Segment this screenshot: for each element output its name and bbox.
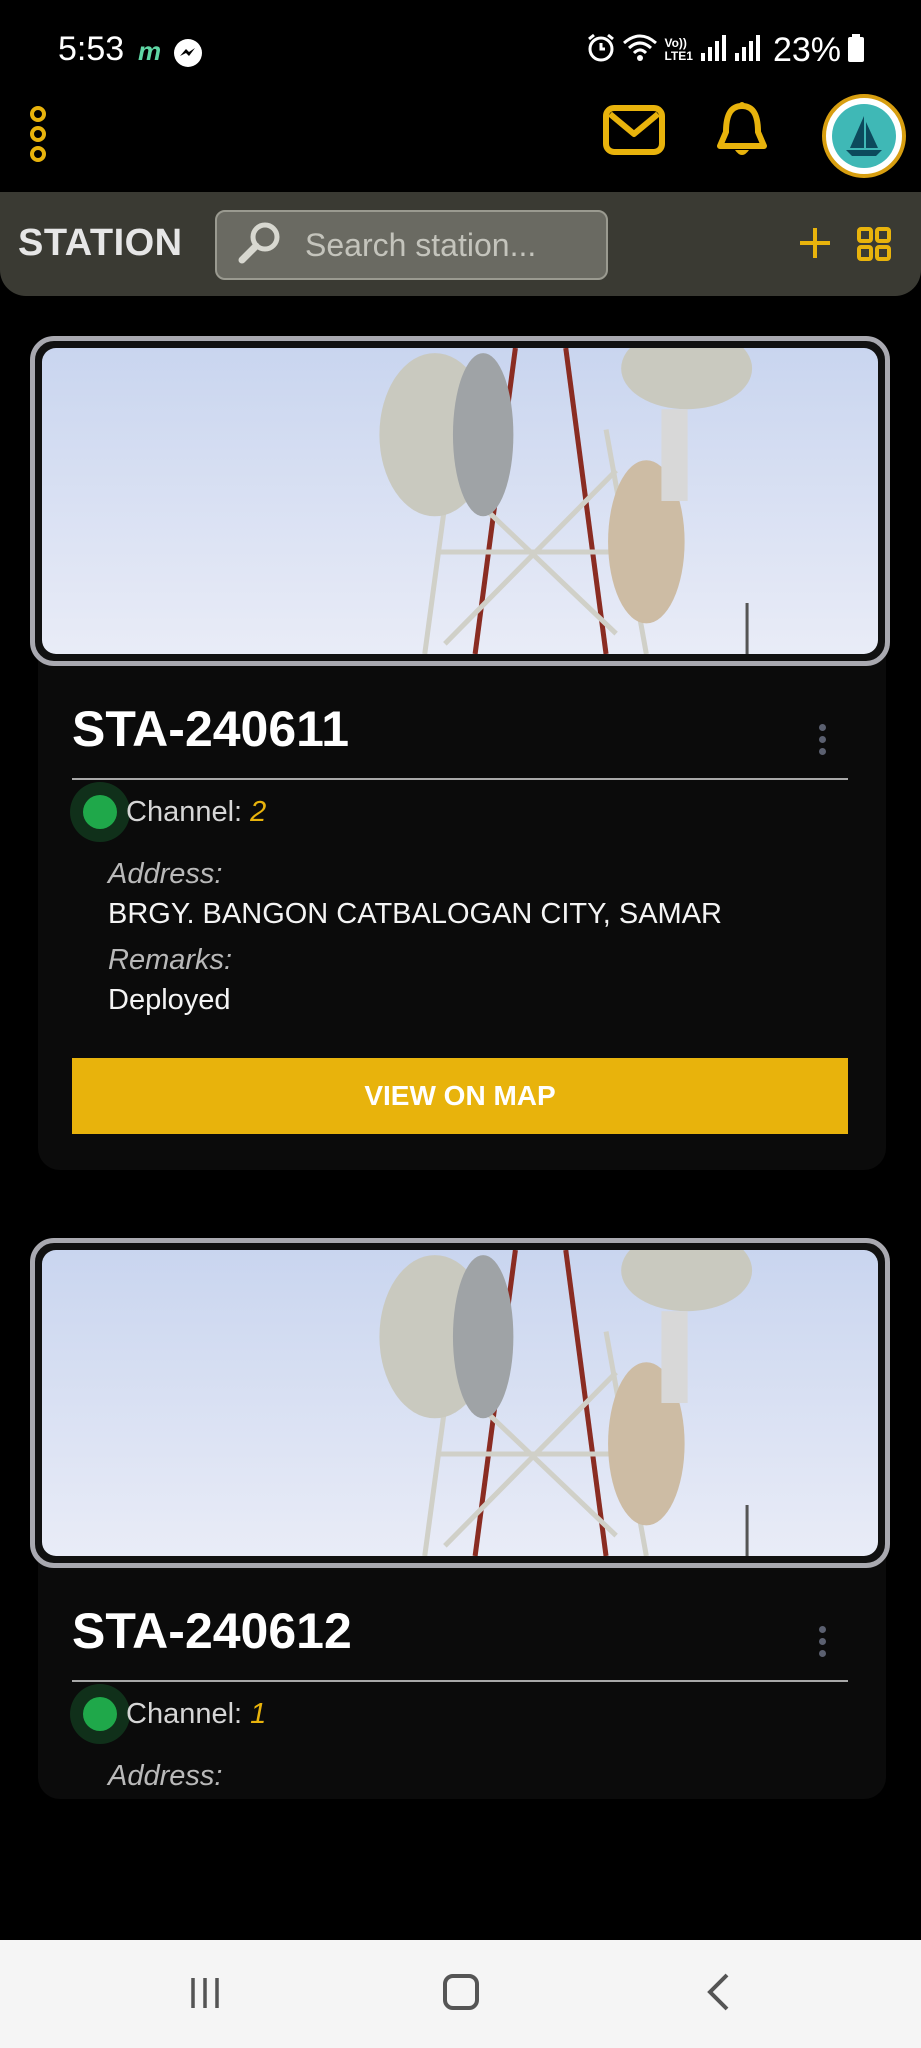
station-id: STA-240611 [72,701,350,757]
recent-apps-icon[interactable] [188,1976,222,2015]
channel-label: Channel: [126,1698,243,1730]
bell-icon[interactable] [714,100,770,167]
station-image [30,336,890,666]
volte-icon: Vo)) LTE1 [664,36,693,63]
remarks-value: Deployed [108,984,231,1016]
status-indicator [70,782,130,842]
back-icon[interactable] [705,1972,733,2017]
search-box[interactable] [215,210,608,280]
avatar[interactable] [822,94,906,178]
page-title: STATION [18,222,183,264]
channel-info: Channel: 2 [126,796,266,829]
clock: 5:53 [58,30,125,68]
signal-icon [733,33,761,68]
system-nav-bar [0,1940,921,2048]
station-id: STA-240612 [72,1603,352,1659]
more-vertical-icon[interactable] [22,104,56,164]
channel-info: Channel: 1 [126,1698,266,1731]
sailboat-logo-icon [832,104,896,168]
add-icon[interactable] [798,226,832,265]
wifi-icon [622,33,658,68]
channel-value: 2 [250,796,267,828]
m-app-icon: m [138,36,162,66]
status-bar: 5:53 m Vo)) LTE1 23% [0,0,921,104]
battery-percent: 23% [772,30,841,69]
messenger-icon [173,38,203,73]
card-more-icon[interactable] [816,720,830,760]
card-more-icon[interactable] [816,1622,830,1662]
station-image [30,1238,890,1568]
station-header: STATION [0,192,921,296]
divider [72,778,848,780]
mail-icon[interactable] [602,104,666,161]
address-label: Address: [108,1760,223,1792]
signal-icon [699,33,727,68]
search-input[interactable] [305,226,575,264]
alarm-icon [586,32,616,69]
grid-view-icon[interactable] [856,226,892,267]
channel-label: Channel: [126,796,243,828]
battery-icon [847,33,865,68]
status-indicator [70,1684,130,1744]
divider [72,1680,848,1682]
station-card: STA-240611 Channel: 2 Address: BRGY. BAN… [30,336,890,1176]
station-card: STA-240612 Channel: 1 Address: [30,1238,890,1799]
address-value: BRGY. BANGON CATBALOGAN CITY, SAMAR [108,898,722,930]
address-label: Address: [108,858,223,890]
search-icon [237,220,283,271]
view-on-map-button[interactable]: VIEW ON MAP [72,1058,848,1134]
remarks-label: Remarks: [108,944,233,976]
app-bar [0,94,921,192]
channel-value: 1 [250,1698,267,1730]
home-icon[interactable] [443,1974,479,2010]
